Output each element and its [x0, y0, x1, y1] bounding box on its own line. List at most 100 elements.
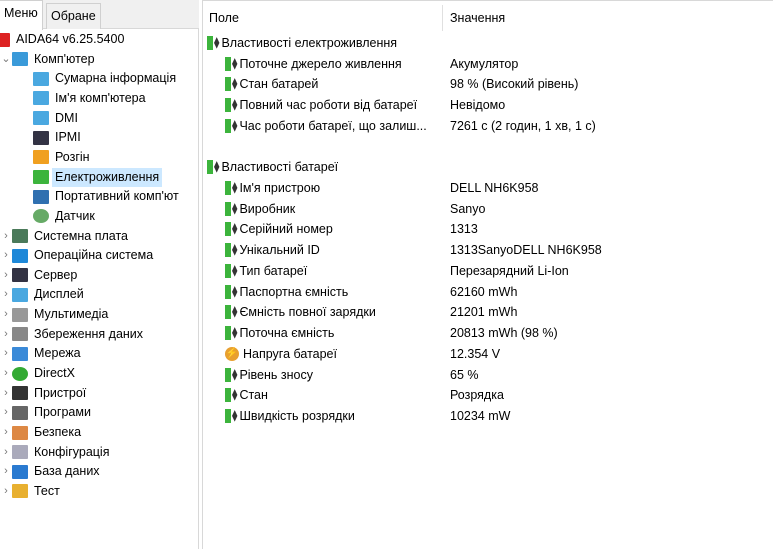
- field-name: Тип батареї: [239, 263, 308, 278]
- column-divider[interactable]: [442, 5, 443, 31]
- chevron-right-icon[interactable]: ›: [0, 227, 12, 246]
- chevron-right-icon[interactable]: ›: [0, 443, 12, 462]
- navigation-panel: Меню Обране AIDA64 v6.25.5400 ⌄ Комп'ютер С…: [0, 0, 199, 549]
- tree-item[interactable]: › DirectX: [0, 364, 78, 383]
- field-name: Ім'я пристрою: [239, 180, 321, 195]
- table-row[interactable]: ⧫ Швидкість розрядки 10234 mW: [225, 406, 773, 426]
- tree-item[interactable]: › Мультимедіа: [0, 305, 111, 324]
- table-row[interactable]: ⧫ Тип батареї Перезарядний Li-Ion: [225, 261, 773, 281]
- chevron-right-icon[interactable]: ›: [0, 364, 12, 383]
- tree-item[interactable]: › Дисплей: [0, 285, 87, 304]
- chevron-right-icon[interactable]: ›: [0, 325, 12, 344]
- field-value: 65 %: [450, 367, 479, 382]
- tree-item[interactable]: › База даних: [0, 462, 103, 481]
- tree-item[interactable]: › Безпека: [0, 423, 84, 442]
- table-row[interactable]: ⧫ Стан батарей 98 % (Високий рівень): [225, 74, 773, 94]
- group-header[interactable]: ⧫ Властивості електроживлення: [207, 33, 397, 53]
- table-row[interactable]: ⧫ Ім'я пристрою DELL NH6K958: [225, 178, 773, 198]
- monitor-icon: [12, 287, 28, 302]
- chevron-right-icon[interactable]: ›: [0, 403, 12, 422]
- tree-item[interactable]: DMI: [33, 109, 81, 128]
- field-name: Напруга батареї: [243, 346, 337, 361]
- tab-menu[interactable]: Меню: [0, 0, 43, 30]
- tree-item[interactable]: AIDA64 v6.25.5400: [0, 30, 127, 49]
- tree-item[interactable]: › Тест: [0, 482, 63, 501]
- field-value: 62160 mWh: [450, 284, 518, 299]
- tree-item[interactable]: › Програми: [0, 403, 94, 422]
- tree-item[interactable]: ⌄ Комп'ютер: [0, 50, 98, 69]
- tree-item[interactable]: Портативний комп'ют: [33, 187, 182, 206]
- field-name: Унікальний ID: [239, 243, 320, 258]
- programs-icon: [12, 405, 28, 420]
- battery-plug-icon: [33, 170, 49, 185]
- battery-plug-icon: ⧫: [225, 98, 237, 113]
- monitor-icon: [33, 111, 49, 126]
- tab-favorites[interactable]: Обране: [46, 3, 101, 29]
- group-header[interactable]: ⧫ Властивості батареї: [207, 157, 338, 177]
- field-value: Невідомо: [450, 98, 506, 113]
- battery-plug-icon: ⧫: [225, 180, 237, 195]
- table-row[interactable]: ⧫ Стан Розрядка: [225, 385, 773, 405]
- table-row[interactable]: ⧫ Рівень зносу 65 %: [225, 365, 773, 385]
- tree-item-label: Конфігурація: [34, 444, 110, 459]
- column-field[interactable]: Поле: [209, 1, 239, 35]
- table-row[interactable]: ⧫ Паспортна ємність 62160 mWh: [225, 282, 773, 302]
- tree-item[interactable]: › Пристрої: [0, 384, 89, 403]
- tree-item-label: Збереження даних: [34, 326, 144, 341]
- tree-item[interactable]: › Збереження даних: [0, 325, 146, 344]
- chevron-down-icon[interactable]: ⌄: [0, 50, 12, 69]
- config-icon: [12, 445, 28, 460]
- tree-item[interactable]: Сумарна інформація: [33, 69, 179, 88]
- field-value: 1313: [450, 222, 478, 237]
- chevron-right-icon[interactable]: ›: [0, 482, 12, 501]
- battery-plug-icon: ⧫: [225, 222, 237, 237]
- field-name: Виробник: [239, 201, 296, 216]
- tree-item[interactable]: Електроживлення: [33, 167, 163, 187]
- table-row[interactable]: ⧫ Виробник Sanyo: [225, 199, 773, 219]
- tab-bar: Меню Обране: [0, 0, 199, 30]
- tree-item-label: DirectX: [34, 366, 75, 381]
- table-row[interactable]: ⧫ Повний час роботи від батареї Невідомо: [225, 95, 773, 115]
- chevron-right-icon[interactable]: ›: [0, 305, 12, 324]
- tree-item-label: Ім'я комп'ютера: [55, 90, 146, 105]
- tree-item-label: IPMI: [55, 130, 81, 145]
- chevron-right-icon[interactable]: ›: [0, 384, 12, 403]
- tree-item[interactable]: › Операційна система: [0, 246, 156, 265]
- field-value: Розрядка: [450, 388, 504, 403]
- aida64-logo-icon: [0, 32, 10, 47]
- table-row[interactable]: ⧫ Час роботи батареї, що залиш... 7261 с (…: [225, 116, 773, 136]
- tree-item[interactable]: Датчик: [33, 207, 98, 226]
- field-value: 21201 mWh: [450, 305, 518, 320]
- chevron-right-icon[interactable]: ›: [0, 266, 12, 285]
- tree-item-label: AIDA64 v6.25.5400: [16, 32, 125, 46]
- table-row[interactable]: ⧫ Унікальний ID 1313SanyoDELL NH6K958: [225, 240, 773, 260]
- tree-item[interactable]: IPMI: [33, 128, 84, 147]
- tree-item[interactable]: › Конфігурація: [0, 443, 112, 462]
- chevron-right-icon[interactable]: ›: [0, 285, 12, 304]
- table-row[interactable]: ⧫ Ємність повної зарядки 21201 mWh: [225, 302, 773, 322]
- tree-item-label: Сумарна інформація: [55, 71, 177, 86]
- chevron-right-icon[interactable]: ›: [0, 423, 12, 442]
- test-icon: [12, 484, 28, 499]
- chevron-right-icon[interactable]: ›: [0, 344, 12, 363]
- field-name: Ємність повної зарядки: [239, 305, 376, 320]
- device-icon: [12, 386, 28, 401]
- tree-item[interactable]: › Мережа: [0, 344, 84, 363]
- speaker-icon: [12, 307, 28, 322]
- field-name: Стан: [239, 388, 268, 403]
- table-row[interactable]: ⧫ Серійний номер 1313: [225, 219, 773, 239]
- field-value: 20813 mWh (98 %): [450, 326, 558, 341]
- group-title: Властивості батареї: [221, 160, 339, 175]
- monitor-icon: [33, 91, 49, 106]
- table-row[interactable]: ⚡ Напруга батареї 12.354 V: [225, 344, 773, 364]
- chevron-right-icon[interactable]: ›: [0, 246, 12, 265]
- tree-item[interactable]: Розгін: [33, 148, 93, 167]
- tree-item[interactable]: › Сервер: [0, 266, 80, 285]
- tree-item[interactable]: › Системна плата: [0, 227, 131, 246]
- table-row[interactable]: ⧫ Поточна ємність 20813 mWh (98 %): [225, 323, 773, 343]
- tree-item[interactable]: Ім'я комп'ютера: [33, 89, 149, 108]
- table-row[interactable]: ⧫ Поточне джерело живлення Акумулятор: [225, 54, 773, 74]
- windows-icon: [12, 248, 28, 263]
- chevron-right-icon[interactable]: ›: [0, 462, 12, 481]
- column-value[interactable]: Значення: [450, 1, 505, 35]
